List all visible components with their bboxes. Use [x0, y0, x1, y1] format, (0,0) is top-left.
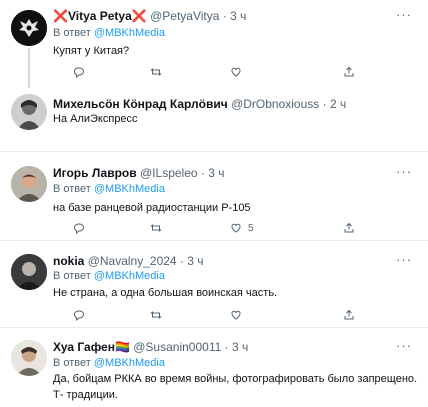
tweet-text: На АлиЭкспресс [53, 113, 138, 125]
tweet-text: на базе ранцевой радиостанции Р-105 [53, 202, 251, 214]
like-count: 5 [248, 222, 254, 234]
tweet-text-line: Да, бойцам РККА во время войны, фотограф… [53, 373, 418, 385]
tweet[interactable]: nokia @Navalny_2024 · 3 ч ··· В ответ @M… [0, 241, 428, 326]
retweet-icon [150, 224, 162, 232]
tweet-text-line: Т- традиции. [53, 389, 118, 401]
tweet-actions [53, 309, 383, 323]
cross-mark-icon: ❌ [131, 9, 147, 23]
timestamp[interactable]: 3 ч [232, 340, 248, 354]
display-name[interactable]: Хуа Гафен [53, 340, 115, 354]
reply-button[interactable] [73, 66, 91, 78]
more-options-icon[interactable]: ··· [396, 7, 412, 22]
reply-context: В ответ @MBKhMedia [53, 269, 165, 283]
share-button[interactable] [343, 222, 355, 234]
reply-prefix: В ответ [53, 270, 91, 282]
tweet-text: Да, бойцам РККА во время войны, фотограф… [53, 372, 423, 402]
tweet-text: Не страна, а одна большая воинская часть… [53, 287, 278, 299]
reply-prefix: В ответ [53, 27, 91, 39]
more-options-icon[interactable]: ··· [396, 338, 412, 353]
user-handle[interactable]: @Navalny_2024 [88, 254, 177, 268]
timestamp[interactable]: 3 ч [208, 166, 224, 180]
heart-icon [231, 310, 241, 320]
retweet-icon [150, 311, 162, 319]
share-button[interactable] [343, 66, 355, 78]
reply-mention-link[interactable]: @MBKhMedia [94, 27, 165, 39]
thread-line [28, 48, 30, 88]
timestamp[interactable]: 3 ч [230, 9, 246, 23]
separator: · [179, 254, 184, 268]
display-name[interactable]: nokia [53, 254, 84, 268]
tweet-text: Купят у Китая? [53, 45, 130, 57]
share-button[interactable] [343, 309, 355, 321]
heart-icon [231, 223, 241, 233]
tweet-header: Михельсӧн Кӧнрад Карлӧвич @DrObnoxiouss … [53, 97, 346, 112]
avatar[interactable] [11, 340, 47, 376]
portrait-avatar-icon [11, 254, 47, 290]
portrait-avatar-icon [11, 94, 47, 130]
retweet-button[interactable] [150, 222, 168, 234]
user-handle[interactable]: @ILspeleo [140, 166, 198, 180]
cross-mark-icon: ❌ [53, 9, 68, 23]
tweet[interactable]: Хуа Гафен🏳️‍🌈 @Susanin00011 · 3 ч ··· В … [0, 328, 428, 407]
reply-prefix: В ответ [53, 357, 91, 369]
reply-context: В ответ @MBKhMedia [53, 182, 165, 196]
like-button[interactable]: 5 [230, 222, 254, 234]
reply-mention-link[interactable]: @MBKhMedia [94, 183, 165, 195]
reply-prefix: В ответ [53, 183, 91, 195]
display-name[interactable]: Игорь Лавров [53, 166, 137, 180]
separator: · [200, 166, 205, 180]
tweet-header: Хуа Гафен🏳️‍🌈 @Susanin00011 · 3 ч [53, 340, 248, 355]
tweet[interactable]: Игорь Лавров @ILspeleo · 3 ч ··· В ответ… [0, 152, 428, 240]
separator: · [224, 340, 229, 354]
reply-button[interactable] [73, 309, 91, 321]
separator: · [322, 97, 327, 111]
tweet[interactable]: ❌Vitya Petya❌ @PetyaVitya · 3 ч ··· В от… [0, 0, 428, 88]
tweet[interactable]: Михельсӧн Кӧнрад Карлӧвич @DrObnoxiouss … [0, 86, 428, 148]
avatar[interactable] [11, 254, 47, 290]
share-icon [344, 66, 354, 77]
display-name[interactable]: Михельсӧн Кӧнрад Карлӧвич [53, 97, 228, 111]
avatar[interactable] [11, 166, 47, 202]
tweet-actions: 5 [53, 222, 383, 236]
user-handle[interactable]: @PetyaVitya [150, 9, 219, 23]
share-icon [344, 222, 354, 233]
separator: · [222, 9, 227, 23]
like-button[interactable] [230, 66, 248, 78]
retweet-button[interactable] [150, 66, 168, 78]
user-handle[interactable]: @DrObnoxiouss [231, 97, 319, 111]
portrait-avatar-icon [11, 166, 47, 202]
heart-icon [231, 67, 241, 77]
timestamp[interactable]: 3 ч [187, 254, 203, 268]
reply-icon [74, 310, 84, 321]
timestamp[interactable]: 2 ч [330, 97, 346, 111]
share-icon [344, 309, 354, 320]
tweet-header: nokia @Navalny_2024 · 3 ч [53, 254, 204, 269]
more-options-icon[interactable]: ··· [396, 164, 412, 179]
tweet-header: ❌Vitya Petya❌ @PetyaVitya · 3 ч [53, 9, 246, 24]
retweet-icon [150, 68, 162, 76]
avatar[interactable] [11, 94, 47, 130]
reply-context: В ответ @MBKhMedia [53, 26, 165, 40]
more-options-icon[interactable]: ··· [396, 252, 412, 267]
rainbow-flag-icon: 🏳️‍🌈 [114, 340, 130, 354]
retweet-button[interactable] [150, 309, 168, 321]
reply-mention-link[interactable]: @MBKhMedia [94, 270, 165, 282]
tweet-actions [53, 66, 383, 80]
reply-context: В ответ @MBKhMedia [53, 356, 165, 370]
avatar[interactable] [11, 10, 47, 46]
reply-button[interactable] [73, 222, 91, 234]
double-headed-eagle-icon [11, 10, 47, 46]
reply-mention-link[interactable]: @MBKhMedia [94, 357, 165, 369]
reply-icon [74, 223, 84, 234]
portrait-avatar-icon [11, 340, 47, 376]
reply-icon [74, 67, 84, 78]
tweet-header: Игорь Лавров @ILspeleo · 3 ч [53, 166, 225, 181]
user-handle[interactable]: @Susanin00011 [133, 340, 221, 354]
display-name[interactable]: Vitya Petya [68, 9, 132, 23]
like-button[interactable] [230, 309, 248, 321]
